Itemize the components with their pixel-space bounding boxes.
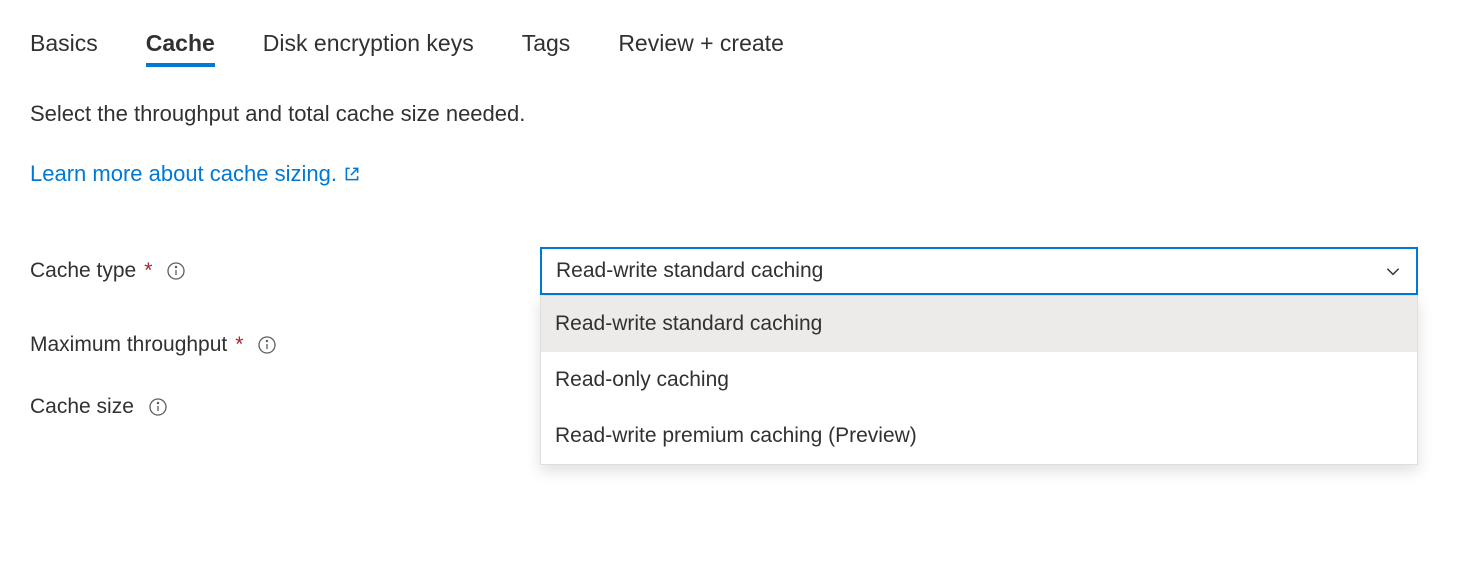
- label-max-throughput-text: Maximum throughput: [30, 333, 227, 357]
- info-icon[interactable]: [148, 397, 168, 417]
- tab-disk-encryption-keys[interactable]: Disk encryption keys: [263, 30, 474, 65]
- page-description: Select the throughput and total cache si…: [30, 101, 1445, 127]
- info-icon[interactable]: [257, 335, 277, 355]
- learn-more-text: Learn more about cache sizing.: [30, 161, 337, 187]
- tab-review-create[interactable]: Review + create: [618, 30, 784, 65]
- learn-more-link[interactable]: Learn more about cache sizing.: [30, 161, 361, 187]
- form-row-cache-type: Cache type * Read-write standard caching…: [30, 247, 1445, 295]
- label-cache-type-text: Cache type: [30, 259, 136, 283]
- required-asterisk: *: [144, 259, 152, 283]
- info-icon[interactable]: [166, 261, 186, 281]
- required-asterisk: *: [235, 333, 243, 357]
- label-cache-size-text: Cache size: [30, 395, 134, 419]
- dropdown-container-cache-type: Read-write standard caching Read-write s…: [540, 247, 1418, 295]
- tabs-container: Basics Cache Disk encryption keys Tags R…: [30, 30, 1445, 65]
- cache-type-selected-value: Read-write standard caching: [556, 259, 823, 283]
- label-cache-size: Cache size: [30, 395, 540, 419]
- label-cache-type: Cache type *: [30, 259, 540, 283]
- dropdown-option[interactable]: Read-write standard caching: [541, 296, 1417, 352]
- tab-basics[interactable]: Basics: [30, 30, 98, 65]
- tab-tags[interactable]: Tags: [522, 30, 571, 65]
- dropdown-option[interactable]: Read-only caching: [541, 352, 1417, 408]
- cache-type-dropdown-list: Read-write standard caching Read-only ca…: [540, 295, 1418, 465]
- dropdown-option[interactable]: Read-write premium caching (Preview): [541, 408, 1417, 464]
- external-link-icon: [343, 165, 361, 183]
- tab-cache[interactable]: Cache: [146, 30, 215, 65]
- chevron-down-icon: [1384, 262, 1402, 280]
- cache-type-dropdown[interactable]: Read-write standard caching: [540, 247, 1418, 295]
- label-max-throughput: Maximum throughput *: [30, 333, 540, 357]
